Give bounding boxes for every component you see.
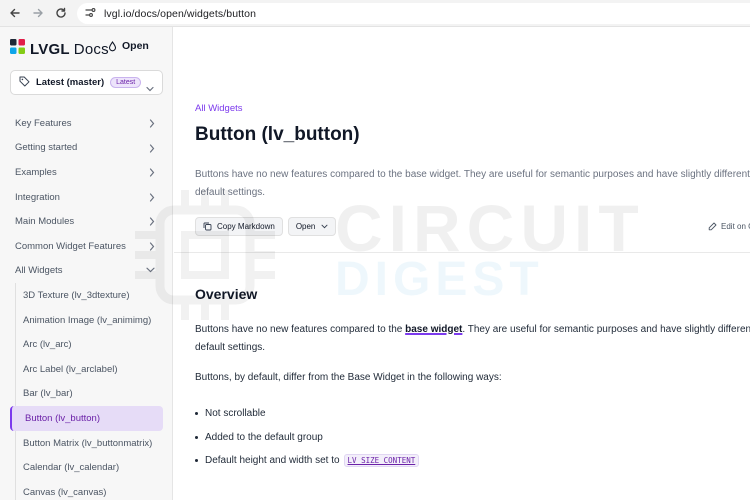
chevron-down-icon xyxy=(321,224,328,229)
page-description: Buttons have no new features compared to… xyxy=(195,169,750,198)
site-settings-icon[interactable] xyxy=(85,5,96,23)
overview-heading: Overview xyxy=(195,286,258,302)
address-bar[interactable]: lvgl.io/docs/open/widgets/button xyxy=(77,3,750,24)
sidebar: LVGL Docs Open Latest (master) Latest Ke… xyxy=(0,27,173,500)
chevron-down-icon xyxy=(146,267,155,272)
sidebar-item-getting-started[interactable]: Getting started xyxy=(0,136,173,161)
sidebar-item-label: Key Features xyxy=(15,117,72,129)
tag-icon xyxy=(19,74,30,92)
brand-logo[interactable]: LVGL Docs xyxy=(10,39,109,59)
widget-list: 3D Texture (lv_3dtexture) Animation Imag… xyxy=(0,283,173,500)
sidebar-item-calendar[interactable]: Calendar (lv_calendar) xyxy=(0,455,173,480)
list-item: Not scrollable xyxy=(195,402,419,426)
chevron-right-icon xyxy=(149,168,155,177)
sidebar-item-main-modules[interactable]: Main Modules xyxy=(0,209,173,234)
sidebar-item-label: Common Widget Features xyxy=(15,240,126,252)
list-item-text: Default height and width set to xyxy=(205,455,340,467)
sidebar-item-integration[interactable]: Integration xyxy=(0,185,173,210)
lv-size-content-code-link[interactable]: LV_SIZE_CONTENT xyxy=(343,454,420,468)
chevron-right-icon xyxy=(149,193,155,202)
sidebar-item-label: Integration xyxy=(15,191,60,203)
sidebar-item-animation-image[interactable]: Animation Image (lv_animimg) xyxy=(0,308,173,333)
edit-icon xyxy=(708,222,717,231)
copy-markdown-button[interactable]: Copy Markdown xyxy=(195,217,283,236)
forward-arrow-icon[interactable] xyxy=(29,4,47,22)
sidebar-item-arc-label[interactable]: Arc Label (lv_arclabel) xyxy=(0,357,173,382)
sidebar-item-button[interactable]: Button (lv_button) xyxy=(10,406,163,431)
sidebar-item-label: 3D Texture (lv_3dtexture) xyxy=(23,289,130,301)
sidebar-item-label: Main Modules xyxy=(15,216,75,228)
sidebar-item-label: Arc (lv_arc) xyxy=(23,339,72,351)
overview-paragraph: Buttons have no new features compared to… xyxy=(195,321,750,357)
sidebar-item-label: Calendar (lv_calendar) xyxy=(23,462,120,474)
sidebar-item-examples[interactable]: Examples xyxy=(0,160,173,185)
edit-on-github-link[interactable]: Edit on GitHub xyxy=(708,222,750,231)
sidebar-item-all-widgets[interactable]: All Widgets xyxy=(0,259,173,284)
reload-icon[interactable] xyxy=(52,4,70,22)
version-select[interactable]: Latest (master) Latest xyxy=(10,70,163,95)
section-divider xyxy=(174,252,750,253)
sidebar-item-common-widget-features[interactable]: Common Widget Features xyxy=(0,234,173,259)
sidebar-item-bar[interactable]: Bar (lv_bar) xyxy=(0,382,173,407)
page-title: Button (lv_button) xyxy=(195,124,360,145)
sidebar-item-button-matrix[interactable]: Button Matrix (lv_buttonmatrix) xyxy=(0,431,173,456)
chevron-right-icon xyxy=(149,242,155,251)
breadcrumb[interactable]: All Widgets xyxy=(195,103,243,114)
page-actions: Copy Markdown Open xyxy=(195,217,341,236)
list-item-text: Not scrollable xyxy=(205,408,266,420)
droplet-icon xyxy=(108,40,117,51)
edit-label: Edit on GitHub xyxy=(721,222,750,231)
sidebar-item-label: Arc Label (lv_arclabel) xyxy=(23,363,118,375)
sidebar-nav: Key Features Getting started Examples In… xyxy=(0,111,173,500)
main-content: All Widgets Button (lv_button) Buttons h… xyxy=(174,27,750,500)
theme-label: Open xyxy=(122,40,149,52)
copy-icon xyxy=(203,222,212,231)
brand-name: LVGL xyxy=(30,40,70,58)
overview-text-start: Buttons have no new features compared to… xyxy=(195,324,403,335)
sidebar-item-label: Button (lv_button) xyxy=(25,412,100,424)
sidebar-item-label: Bar (lv_bar) xyxy=(23,388,73,400)
list-item: Added to the default group xyxy=(195,426,419,450)
brand-suffix: Docs xyxy=(73,40,109,58)
sidebar-item-label: Canvas (lv_canvas) xyxy=(23,486,107,498)
theme-toggle[interactable]: Open xyxy=(108,40,149,52)
chevron-right-icon xyxy=(149,119,155,128)
sidebar-item-arc[interactable]: Arc (lv_arc) xyxy=(0,332,173,357)
differences-list: Not scrollable Added to the default grou… xyxy=(195,402,420,473)
version-badge: Latest xyxy=(110,77,142,88)
chevron-down-icon xyxy=(146,79,154,97)
list-item: Default height and width set to LV_SIZE_C… xyxy=(195,449,420,473)
list-item-text: Added to the default group xyxy=(205,431,323,443)
sidebar-item-label: Getting started xyxy=(15,142,78,154)
version-label: Latest (master) xyxy=(36,77,105,88)
copy-markdown-label: Copy Markdown xyxy=(217,222,275,231)
open-dropdown-button[interactable]: Open xyxy=(287,217,337,236)
browser-toolbar: lvgl.io/docs/open/widgets/button xyxy=(0,0,750,27)
sidebar-item-label: All Widgets xyxy=(15,265,63,277)
sidebar-item-label: Animation Image (lv_animimg) xyxy=(23,314,152,326)
back-arrow-icon[interactable] xyxy=(6,4,24,22)
sidebar-item-label: Button Matrix (lv_buttonmatrix) xyxy=(23,437,153,449)
sidebar-item-key-features[interactable]: Key Features xyxy=(0,111,173,136)
sidebar-item-canvas[interactable]: Canvas (lv_canvas) xyxy=(0,480,173,500)
chevron-right-icon xyxy=(149,143,155,153)
url-text: lvgl.io/docs/open/widgets/button xyxy=(104,7,257,20)
chevron-right-icon xyxy=(149,217,155,226)
base-widget-link[interactable]: base widget xyxy=(405,324,462,335)
overview-paragraph-2: Buttons, by default, differ from the Bas… xyxy=(195,372,502,383)
sidebar-item-label: Examples xyxy=(15,166,57,178)
open-label: Open xyxy=(295,222,316,231)
lvgl-logo-icon xyxy=(10,39,25,59)
sidebar-item-3d-texture[interactable]: 3D Texture (lv_3dtexture) xyxy=(0,283,173,308)
